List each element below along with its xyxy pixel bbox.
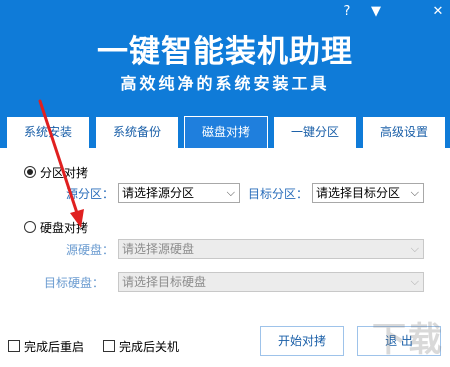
annotation-arrow-icon — [38, 99, 84, 228]
